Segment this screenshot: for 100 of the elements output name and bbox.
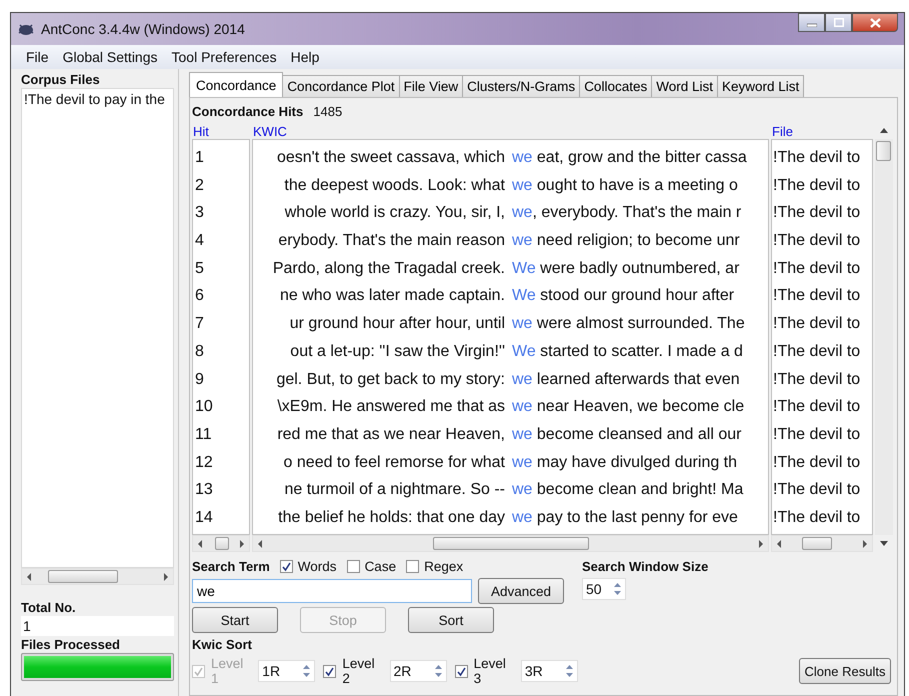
total-field: 1 — [21, 616, 174, 636]
file-name: !The devil to — [772, 342, 862, 362]
keyword: We — [512, 342, 536, 362]
spin-arrows-icon — [564, 664, 574, 678]
right-context: ought to have is a meeting o — [536, 176, 739, 196]
right-context: eat, grow and the bitter cassa — [536, 148, 748, 168]
file-name: !The devil to — [772, 258, 862, 279]
hit-number: 5 — [194, 258, 205, 279]
tab[interactable]: Concordance Plot — [282, 75, 400, 97]
checkbox[interactable] — [280, 560, 293, 573]
file-name: !The devil to — [772, 370, 862, 390]
file-name: !The devil to — [772, 452, 862, 473]
horizontal-scrollbar[interactable] — [771, 535, 873, 552]
window-size-label: Search Window Size — [582, 558, 708, 575]
file-name: !The devil to — [772, 314, 862, 334]
right-context: become cleansed and all our — [536, 424, 742, 445]
tab[interactable]: Concordance — [189, 72, 284, 97]
action-button[interactable]: Sort — [408, 607, 494, 633]
checkbox-label: Level 2 — [342, 656, 376, 686]
keyword: We — [512, 258, 536, 279]
vertical-scrollbar[interactable] — [875, 139, 893, 535]
left-context: gel. But, to get back to my story: — [275, 370, 505, 390]
hits-label: Concordance Hits — [192, 102, 304, 120]
right-context: may have divulged during th — [536, 452, 738, 473]
keyword: we — [512, 314, 532, 334]
action-button[interactable]: Start — [192, 607, 278, 633]
close-button[interactable] — [852, 13, 898, 32]
menu-item[interactable]: Help — [284, 49, 326, 65]
right-context: , everybody. That's the main r — [532, 203, 742, 224]
hit-number: 6 — [194, 286, 205, 306]
horizontal-scrollbar[interactable] — [21, 568, 174, 585]
left-context: \xE9m. He answered me that as — [276, 397, 505, 418]
file-name: !The devil to — [772, 286, 862, 306]
left-context: the deepest woods. Look: what — [283, 176, 505, 196]
hits-count: 1485 — [313, 104, 342, 118]
checkbox[interactable] — [454, 664, 468, 678]
keyword: we — [512, 508, 532, 528]
horizontal-scrollbar[interactable] — [192, 535, 250, 552]
column-header[interactable]: File — [771, 124, 873, 139]
hit-number: 10 — [194, 397, 214, 418]
right-context: learned afterwards that even — [536, 370, 741, 390]
column-header[interactable]: KWIC — [252, 124, 769, 139]
file-name: !The devil to — [772, 148, 862, 168]
advanced-button[interactable]: Advanced — [478, 578, 564, 604]
menu-item[interactable]: Tool Preferences — [164, 49, 284, 65]
search-field[interactable]: we — [192, 579, 472, 603]
hit-number: 11 — [194, 424, 213, 445]
left-context: ur ground hour after hour, until — [288, 314, 505, 334]
maximize-button[interactable] — [825, 13, 852, 32]
hit-number: 7 — [194, 314, 205, 334]
keyword: we — [512, 452, 532, 473]
close-icon — [870, 18, 880, 28]
file-name: !The devil to — [772, 397, 862, 418]
hit-number: 13 — [194, 480, 214, 500]
left-context: ne who was later made captain. — [278, 286, 505, 306]
tab[interactable]: Clusters/N-Grams — [462, 75, 580, 97]
menu-item[interactable]: File — [19, 49, 56, 65]
right-context: near Heaven, we become cle — [536, 397, 746, 418]
tab[interactable]: File View — [398, 75, 464, 97]
file-name: !The devil to — [772, 508, 862, 528]
right-context: were badly outnumbered, ar — [539, 258, 740, 279]
hit-number: 9 — [194, 370, 205, 390]
hit-number: 2 — [194, 176, 205, 196]
spin-arrows-icon — [302, 664, 312, 678]
checkbox[interactable] — [346, 560, 360, 573]
right-context: need religion; to become unr — [536, 231, 741, 252]
tab[interactable]: Keyword List — [717, 75, 804, 97]
horizontal-scrollbar[interactable] — [252, 535, 769, 552]
files-processed-label: Files Processed — [21, 636, 121, 653]
tab[interactable]: Word List — [651, 75, 718, 97]
right-context: started to scatter. I made a d — [539, 342, 744, 362]
hit-number: 3 — [194, 203, 205, 224]
corpus-file-item[interactable]: !The devil to pay in the — [24, 91, 171, 107]
left-context: the belief he holds: that one day — [277, 508, 505, 528]
checkbox-label: Case — [364, 559, 396, 574]
keyword: we — [512, 203, 532, 224]
column-header[interactable]: Hit — [192, 124, 250, 139]
keyword: we — [512, 148, 532, 168]
clone-results-button[interactable]: Clone Results — [799, 658, 891, 684]
left-context: out a let-up: ''I saw the Virgin!'' — [289, 342, 505, 362]
left-context: Pardo, along the Tragadal creek. — [272, 258, 505, 279]
left-context: erybody. That's the main reason — [277, 231, 505, 252]
left-context: o need to feel remorse for what — [282, 452, 505, 473]
tab[interactable]: Collocates — [579, 75, 652, 97]
window-size-spin-box[interactable]: 50 — [582, 578, 626, 600]
hit-number: 8 — [194, 342, 205, 362]
spin-box[interactable]: 3R — [520, 660, 578, 682]
left-context: ne turmoil of a nightmare. So -- — [283, 480, 505, 500]
checkbox[interactable] — [323, 664, 336, 678]
menu-item[interactable]: Global Settings — [56, 49, 165, 65]
left-context: whole world is crazy. You, sir, I, — [284, 203, 505, 224]
minimize-button[interactable] — [798, 13, 825, 32]
spin-box[interactable]: 2R — [390, 660, 447, 682]
keyword: we — [512, 176, 532, 196]
corpus-files-label: Corpus Files — [21, 71, 101, 88]
right-context: stood our ground hour after — [539, 286, 736, 306]
keyword: we — [512, 397, 532, 418]
checkbox[interactable] — [406, 560, 420, 573]
file-name: !The devil to — [772, 176, 862, 196]
window-title: AntConc 3.4.4w (Windows) 2014 — [41, 21, 245, 37]
